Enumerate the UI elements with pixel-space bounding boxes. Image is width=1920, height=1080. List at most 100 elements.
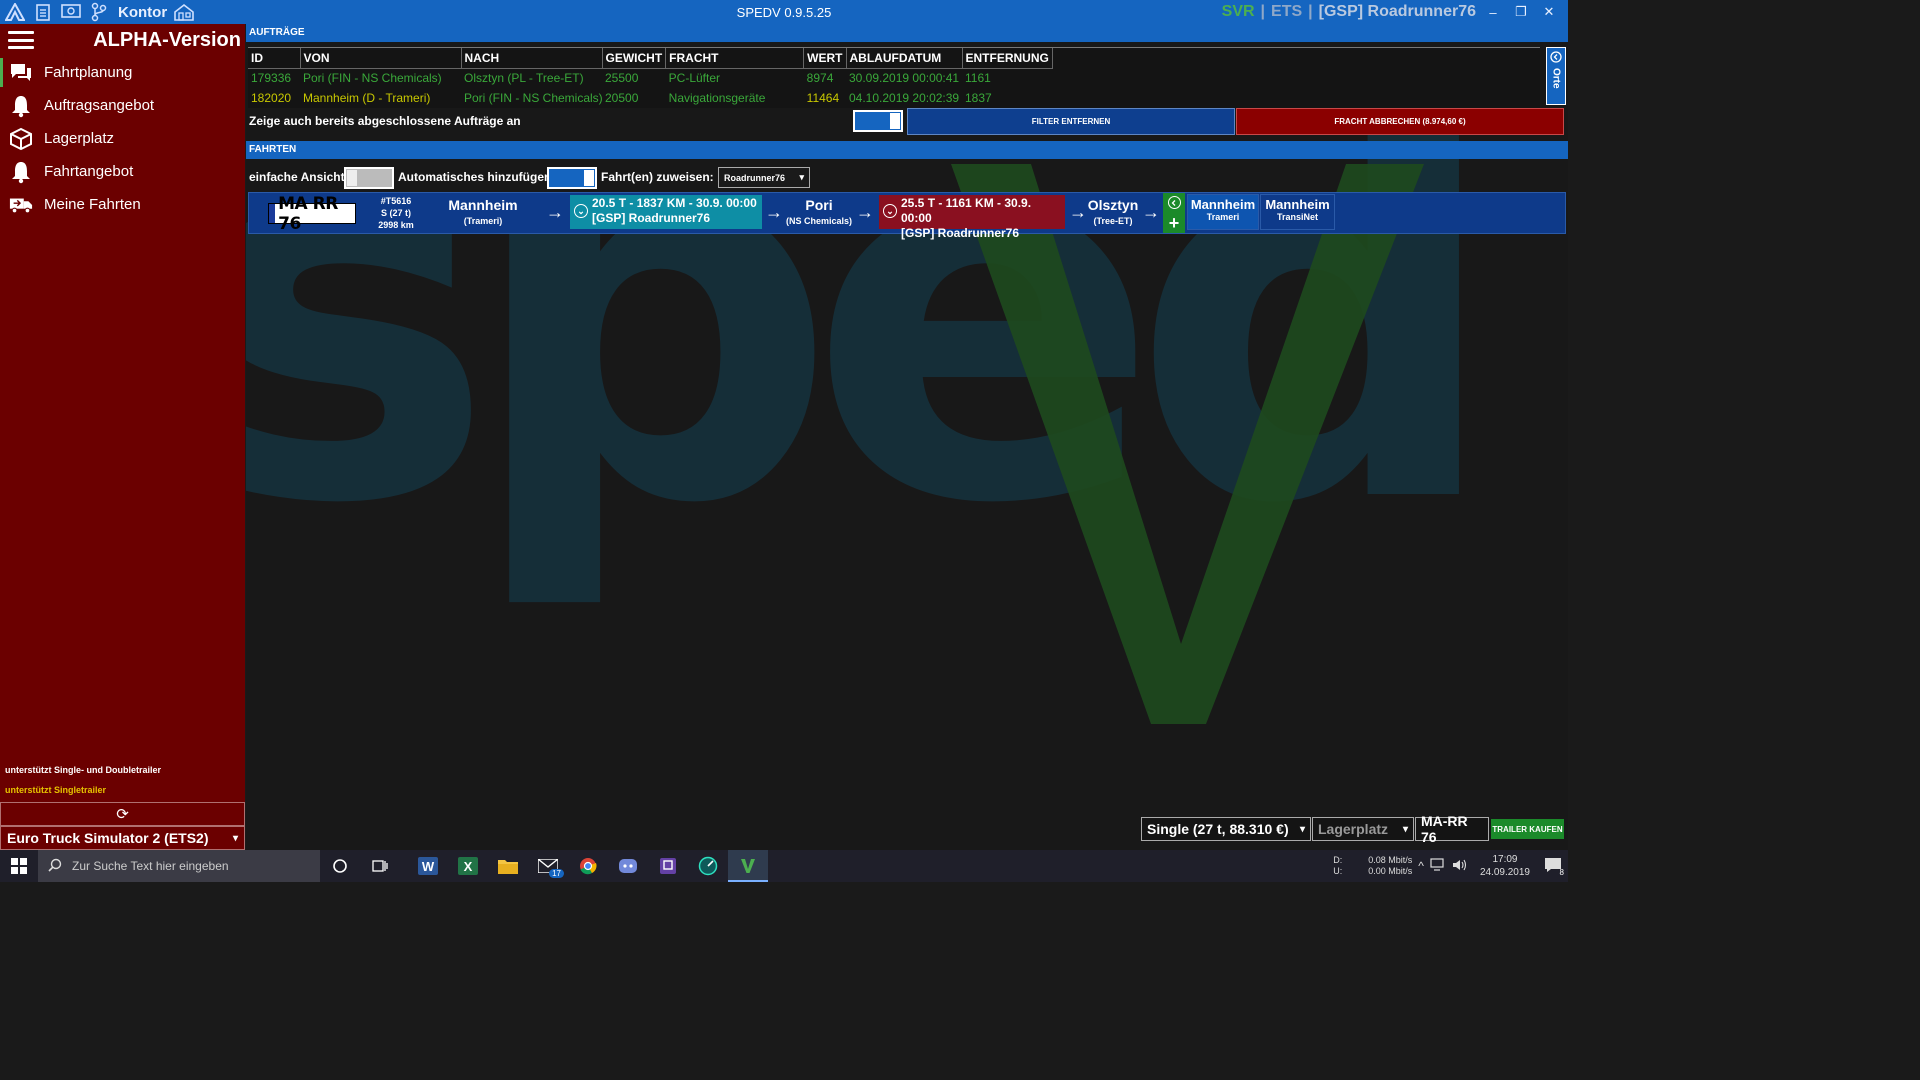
trip-stop-start[interactable]: Mannheim (Trameri) <box>439 197 527 226</box>
remove-filter-button[interactable]: FILTER ENTFERNEN <box>907 108 1235 135</box>
sidebar-item-auftragsangebot[interactable]: Auftragsangebot <box>0 89 245 122</box>
cancel-freight-button[interactable]: FRACHT ABBRECHEN (8.974,60 €) <box>1236 108 1564 135</box>
column-header-nach[interactable]: NACH <box>461 48 603 69</box>
volume-icon[interactable] <box>1452 858 1468 874</box>
game-select[interactable]: Euro Truck Simulator 2 (ETS2) ▾ <box>0 826 245 850</box>
eu-band <box>269 204 276 223</box>
add-stop-button[interactable]: + <box>1163 193 1185 233</box>
chevron-up-icon[interactable]: ^ <box>1418 859 1424 873</box>
title-bar-tools: Kontor <box>0 0 195 24</box>
twitch-icon[interactable] <box>648 850 688 882</box>
auto-add-toggle[interactable] <box>547 167 597 189</box>
table-row[interactable]: 179336 Pori (FIN - NS Chemicals) Olsztyn… <box>248 68 1052 88</box>
cortana-icon[interactable] <box>320 850 360 882</box>
cell-fracht: Navigationsgeräte <box>668 91 766 105</box>
separator: | <box>1260 3 1266 20</box>
stop-company: (Trameri) <box>463 216 503 226</box>
username-label: [GSP] Roadrunner76 <box>1318 3 1476 20</box>
chevron-down-icon: ▾ <box>799 172 804 182</box>
notification-badge: 8 <box>1559 868 1564 877</box>
sidebar-item-meine-fahrten[interactable]: Meine Fahrten <box>0 188 245 221</box>
network-icon[interactable] <box>1430 858 1446 874</box>
show-completed-toggle[interactable] <box>853 110 903 132</box>
column-header-entfernung[interactable]: ENTFERNUNG <box>962 48 1053 69</box>
taskbar-search-input[interactable]: Zur Suche Text hier eingeben <box>38 850 320 882</box>
branch-icon[interactable] <box>88 2 110 22</box>
trip-stop-olsztyn[interactable]: Olsztyn (Tree-ET) <box>1087 197 1139 226</box>
clock[interactable]: 17:09 24.09.2019 <box>1480 853 1530 879</box>
plate-field[interactable]: MA-RR 76 <box>1415 813 1489 845</box>
refresh-button[interactable]: ⟳ <box>0 802 245 826</box>
simple-view-toggle[interactable] <box>344 167 394 189</box>
storage-select-value: Lagerplatz <box>1318 821 1389 837</box>
trip-leg-1[interactable]: ⌄ 20.5 T - 1837 KM - 30.9. 00:00 [GSP] R… <box>570 195 762 229</box>
spedv-logo-icon[interactable] <box>4 2 26 22</box>
cell-ablaufdatum: 30.09.2019 00:00:41 <box>849 71 960 86</box>
cell-entfernung: 1837 <box>965 91 992 105</box>
cell-von: Pori (FIN - NS Chemicals) <box>303 71 442 86</box>
chevron-down-icon: ▾ <box>1299 823 1305 835</box>
clipboard-icon[interactable] <box>32 2 54 22</box>
main-content: sped AUFTRÄGE ID VON NACH GEWICHT FRACHT… <box>246 24 1568 850</box>
discord-icon[interactable] <box>608 850 648 882</box>
chevron-down-icon[interactable]: ⌄ <box>883 204 897 218</box>
hamburger-menu-icon[interactable] <box>8 31 34 49</box>
sidebar-item-label: Auftragsangebot <box>44 97 155 114</box>
stop-company: TransiNet <box>1276 212 1318 222</box>
close-button[interactable]: ✕ <box>1538 4 1560 20</box>
mail-icon[interactable]: 17 <box>528 850 568 882</box>
buy-trailer-button[interactable]: TRAILER KAUFEN <box>1491 819 1564 839</box>
word-icon[interactable]: W <box>408 850 448 882</box>
windows-start-icon[interactable] <box>0 850 38 882</box>
table-row[interactable]: 182020 Mannheim (D - Trameri) Pori (FIN … <box>248 88 1052 108</box>
server-svr-label[interactable]: SVR <box>1222 3 1255 21</box>
speedometer-app-icon[interactable] <box>688 850 728 882</box>
notification-center-icon[interactable]: 8 <box>1544 857 1564 877</box>
sidebar-item-fahrtangebot[interactable]: Fahrtangebot <box>0 155 245 188</box>
network-labels: D: U: <box>1333 855 1342 877</box>
chevron-down-icon[interactable]: ⌄ <box>574 204 588 218</box>
assign-driver-select[interactable]: Roadrunner76 ▾ <box>718 167 810 188</box>
version-title: ALPHA-Version <box>93 28 241 51</box>
sidebar-item-label: Fahrtplanung <box>44 64 133 81</box>
orte-label: Orte <box>1550 68 1562 89</box>
task-view-icon[interactable] <box>360 850 400 882</box>
system-tray: D: U: 0.08 Mbit/s 0.00 Mbit/s ^ 17:09 24… <box>1333 850 1568 882</box>
server-ets-label[interactable]: ETS <box>1271 3 1302 21</box>
stop-company: (Tree-ET) <box>1093 216 1133 226</box>
storage-select[interactable]: Lagerplatz ▾ <box>1312 817 1414 841</box>
kontor-label[interactable]: Kontor <box>118 4 167 21</box>
cell-id: 182020 <box>251 91 292 105</box>
arrow-right-icon: → <box>856 202 874 222</box>
column-header-von[interactable]: VON <box>300 48 462 69</box>
stop-city: Olsztyn <box>1087 197 1139 213</box>
excel-icon[interactable]: X <box>448 850 488 882</box>
trip-row[interactable]: MA RR 76 #T5616 S (27 t) 2998 km Mannhei… <box>248 192 1566 240</box>
net-download-label: D: <box>1333 855 1343 865</box>
sidebar-item-lagerplatz[interactable]: Lagerplatz <box>0 122 245 155</box>
trip-leg-2[interactable]: ⌄ 25.5 T - 1161 KM - 30.9. 00:00 [GSP] R… <box>879 195 1065 240</box>
sidebar-item-fahrtplanung[interactable]: Fahrtplanung <box>0 56 245 89</box>
column-header-fracht[interactable]: FRACHT <box>665 48 805 69</box>
file-explorer-icon[interactable] <box>488 850 528 882</box>
end-stop-trameri[interactable]: Mannheim Trameri <box>1187 194 1259 230</box>
orte-panel-toggle[interactable]: Orte <box>1546 47 1566 105</box>
server-status: SVR | ETS | [GSP] Roadrunner76 ‒ ❐ ✕ <box>1222 0 1568 24</box>
end-stop-transinet[interactable]: Mannheim TransiNet <box>1260 194 1335 230</box>
minimize-button[interactable]: ‒ <box>1482 5 1504 20</box>
chrome-icon[interactable] <box>568 850 608 882</box>
trip-stop-pori[interactable]: Pori (NS Chemicals) <box>784 197 854 226</box>
trailer-select[interactable]: Single (27 t, 88.310 €) ▾ <box>1141 817 1311 841</box>
column-header-id[interactable]: ID <box>248 48 301 69</box>
spedv-taskbar-icon[interactable] <box>728 850 768 882</box>
column-header-wert[interactable]: WERT <box>803 48 847 69</box>
restore-button[interactable]: ❐ <box>1510 4 1532 20</box>
column-header-ablaufdatum[interactable]: ABLAUFDATUM <box>846 48 963 69</box>
net-upload-speed: 0.00 Mbit/s <box>1368 866 1413 876</box>
home-icon[interactable] <box>173 2 195 22</box>
column-header-gewicht[interactable]: GEWICHT <box>602 48 667 69</box>
screen-icon[interactable] <box>60 2 82 22</box>
cell-nach: Pori (FIN - NS Chemicals) <box>464 91 602 105</box>
cell-ablaufdatum: 04.10.2019 20:02:39 <box>849 91 960 105</box>
stop-city: Mannheim <box>1190 197 1256 212</box>
